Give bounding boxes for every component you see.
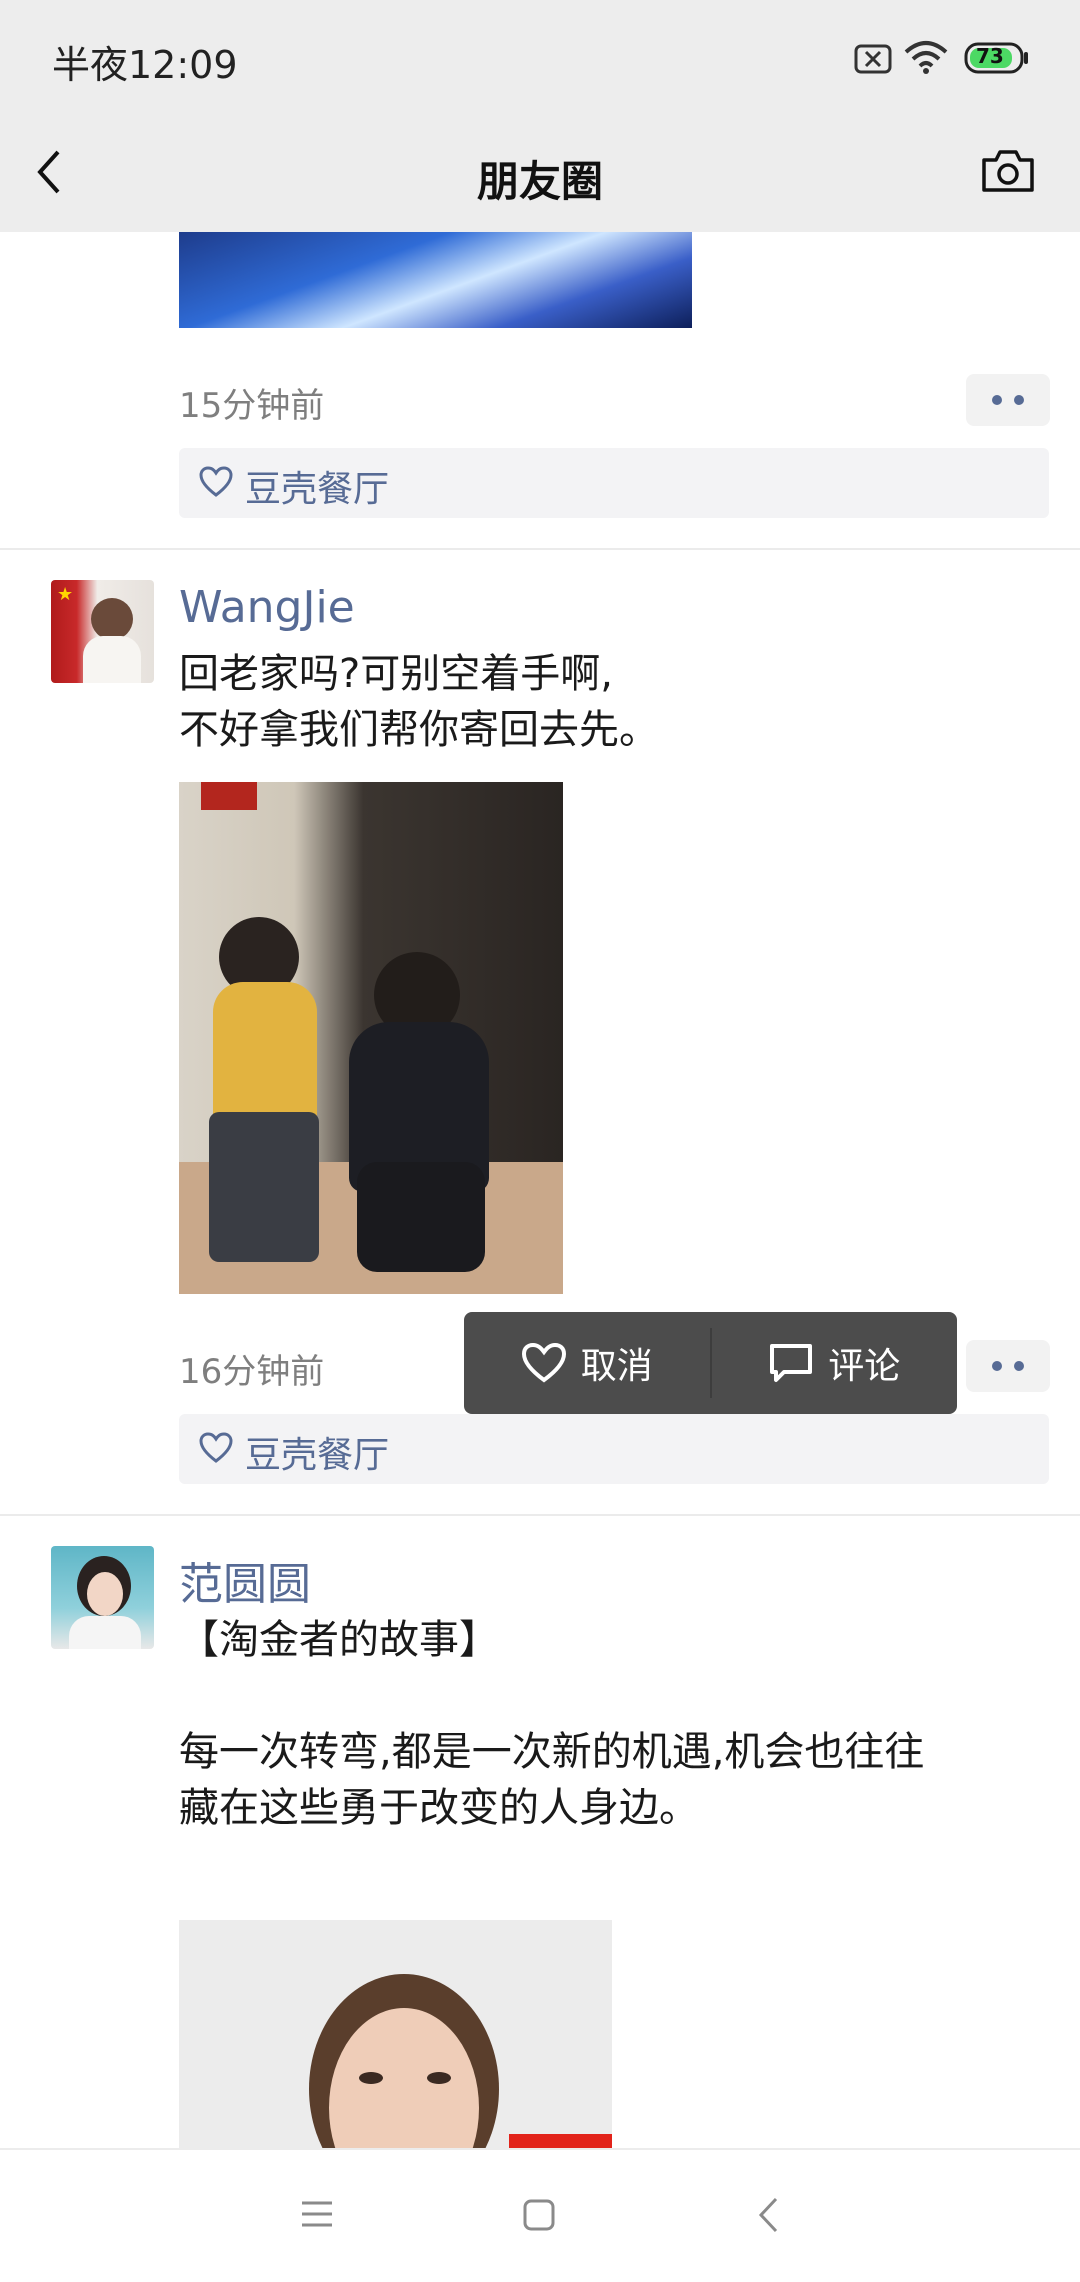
comment-icon	[770, 1344, 813, 1382]
more-actions-button[interactable]	[966, 374, 1050, 426]
comment-label: 评论	[828, 1346, 901, 1387]
heart-outline-icon	[199, 466, 233, 497]
post-time: 15分钟前	[179, 386, 325, 426]
dot-icon	[992, 395, 1002, 405]
like-cancel-button[interactable]: 取消	[464, 1312, 710, 1414]
post-text-line: 藏在这些勇于改变的人身边。	[179, 1785, 699, 1831]
home-icon[interactable]	[522, 2198, 556, 2236]
post-text-line: 【淘金者的故事】	[179, 1617, 499, 1663]
divider	[0, 548, 1080, 550]
post-author[interactable]: 范圆圆	[179, 1548, 311, 1612]
post-photo[interactable]	[179, 1920, 612, 2148]
dot-icon	[1014, 1361, 1024, 1371]
post-time: 16分钟前	[179, 1352, 325, 1392]
dot-icon	[1014, 395, 1024, 405]
post-author[interactable]: WangJie	[179, 582, 355, 633]
like-names[interactable]: 豆壳餐厅	[245, 460, 389, 512]
more-actions-button[interactable]	[966, 1340, 1050, 1392]
avatar[interactable]	[51, 1546, 154, 1649]
heart-outline-icon	[199, 1432, 233, 1463]
page-title: 朋友圈	[476, 157, 603, 206]
system-back-icon[interactable]	[756, 2196, 780, 2238]
wifi-icon	[904, 40, 948, 78]
post-text-line: 不好拿我们帮你寄回去先。	[179, 707, 659, 753]
dot-icon	[992, 1361, 1002, 1371]
action-popup: 取消 评论	[464, 1312, 957, 1414]
avatar[interactable]: ★	[51, 580, 154, 683]
like-cancel-label: 取消	[580, 1346, 653, 1387]
post-text-line: 回老家吗?可别空着手啊,	[179, 651, 613, 697]
divider	[0, 1514, 1080, 1516]
likes-box: 豆壳餐厅	[179, 448, 1049, 518]
heart-icon	[521, 1342, 566, 1383]
battery-icon: 73	[964, 42, 1030, 74]
battery-level: 73	[976, 44, 1004, 68]
menu-icon[interactable]	[300, 2200, 334, 2232]
post-text-line: 每一次转弯,都是一次新的机遇,机会也往往	[179, 1729, 925, 1775]
status-time: 半夜12:09	[52, 43, 238, 87]
post-image[interactable]	[179, 232, 692, 328]
post-photo[interactable]	[179, 782, 563, 1294]
like-names[interactable]: 豆壳餐厅	[245, 1426, 389, 1478]
comment-button[interactable]: 评论	[712, 1312, 958, 1414]
camera-icon[interactable]	[980, 148, 1036, 198]
likes-box: 豆壳餐厅	[179, 1414, 1049, 1484]
notification-blocked-icon	[854, 44, 892, 78]
